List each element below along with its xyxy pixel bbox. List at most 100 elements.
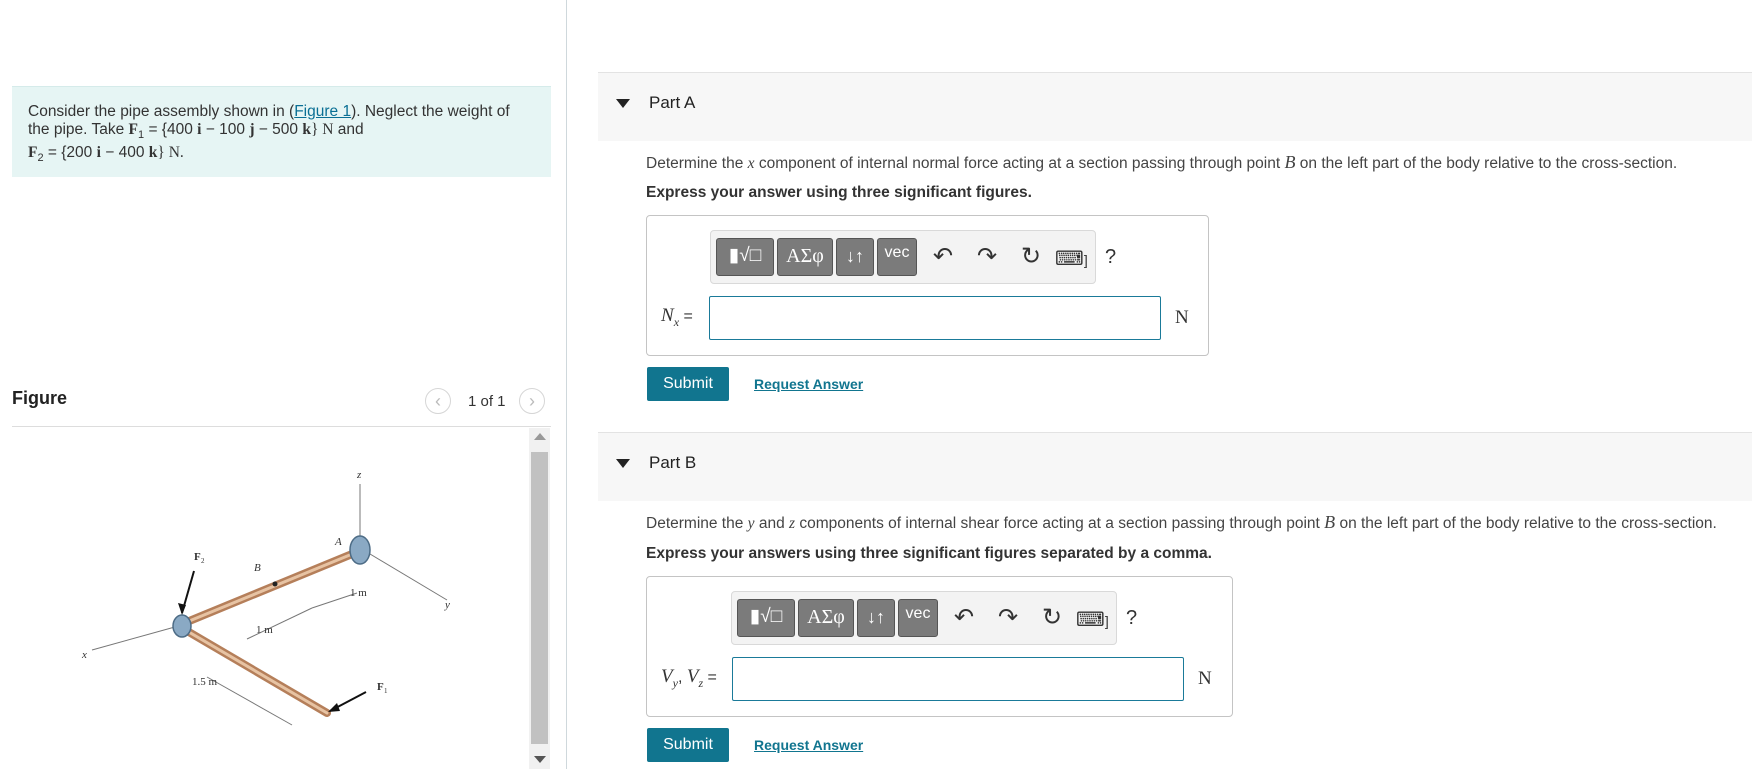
problem-statement: Consider the pipe assembly shown in (Fig… (12, 86, 551, 177)
part-b-prompt-var1: y (747, 515, 755, 532)
part-b-answer-label: Vy, Vz = (661, 666, 717, 691)
part-b-prompt-and: and (754, 515, 790, 532)
keyboard-icon[interactable]: ⌨] (1055, 247, 1088, 272)
part-b-prompt: Determine the y and z components of inte… (646, 512, 1717, 533)
f1-mid1: − 100 (201, 121, 250, 138)
f1-mid2: − 500 (254, 121, 303, 138)
pipe-assembly-diagram: z x y A B F 2 F 1 1 m 1 m 1.5 m (81, 469, 450, 726)
redo-icon[interactable]: ↷ (977, 245, 997, 269)
figure-page-count: 1 of 1 (468, 393, 506, 410)
f1-eq: = {400 (144, 121, 198, 138)
f1-k: k (302, 121, 311, 138)
problem-line1-pre: Consider the pipe assembly shown in ( (28, 103, 295, 120)
part-a-header[interactable]: Part A (598, 72, 1752, 141)
templates-button[interactable]: ▮√□ (737, 599, 795, 637)
f2-mid: − 400 (100, 144, 149, 162)
part-b-request-answer-link[interactable]: Request Answer (754, 737, 863, 753)
figure-image: z x y A B F 2 F 1 1 m 1 m 1.5 m (12, 428, 522, 769)
part-b-header[interactable]: Part B (598, 432, 1752, 501)
part-a-math-toolbar: ▮√□ ΑΣφ ↓↑ vec ↶ ↷ ↻ ⌨] ? (710, 230, 1116, 284)
scroll-up-arrow-icon[interactable] (534, 433, 546, 440)
part-b-instruction: Express your answers using three signifi… (646, 545, 1212, 562)
greek-symbols-button[interactable]: ΑΣφ (777, 238, 833, 276)
help-button[interactable]: ? (1105, 245, 1116, 269)
figure-title: Figure (12, 388, 68, 408)
label-f2-sub: 2 (201, 557, 205, 565)
subscript-superscript-button[interactable]: ↓↑ (836, 238, 874, 276)
label-eq: = (679, 308, 693, 325)
help-button[interactable]: ? (1126, 606, 1137, 630)
label-y: y (444, 599, 450, 611)
part-a-unit: N (1175, 307, 1189, 328)
templates-button[interactable]: ▮√□ (716, 238, 774, 276)
label-f1: F (377, 681, 384, 693)
line2-and: and (333, 121, 364, 138)
part-a-instruction: Express your answer using three signific… (646, 184, 1032, 201)
reset-icon[interactable]: ↻ (1042, 606, 1062, 630)
x-axis-line (91, 624, 183, 651)
problem-line1-post: ). Neglect the weight of (351, 103, 510, 120)
part-a-prompt-var: x (747, 155, 755, 172)
part-a-prompt-point: B (1284, 152, 1296, 172)
label-dim-1: 1 m (350, 587, 367, 599)
label-f1-sub: 1 (384, 687, 388, 695)
label-eq: = (703, 669, 717, 686)
f1-unit: } N (310, 121, 334, 138)
support-flange-a (349, 535, 371, 565)
part-a-answer-input[interactable] (709, 296, 1161, 340)
part-b-unit: N (1198, 668, 1212, 689)
part-a-submit-button[interactable]: Submit (647, 367, 729, 401)
label-z: z (356, 469, 362, 481)
part-a-prompt-1: Determine the (646, 155, 748, 172)
redo-icon[interactable]: ↷ (998, 606, 1018, 630)
part-b-prompt-2: components of internal shear force actin… (795, 515, 1325, 532)
keyboard-glyph: ⌨ (1076, 609, 1105, 631)
f1-symbol: F (128, 121, 139, 138)
pipe-segment-ab-highlight (180, 550, 359, 626)
label-dim-3: 1.5 m (192, 676, 218, 688)
part-b-title: Part B (649, 453, 697, 472)
label-comma: , (677, 669, 687, 686)
undo-icon[interactable]: ↶ (933, 245, 953, 269)
part-b-answer-input[interactable] (732, 657, 1184, 701)
collapse-caret-icon[interactable] (616, 99, 630, 108)
part-a-prompt: Determine the x component of internal no… (646, 152, 1677, 173)
label-vy: V (661, 666, 673, 687)
scroll-down-arrow-icon[interactable] (534, 756, 546, 763)
part-b-prompt-3: on the left part of the body relative to… (1335, 515, 1717, 532)
collapse-caret-icon[interactable] (616, 459, 630, 468)
left-pane: Consider the pipe assembly shown in (Fig… (0, 0, 567, 769)
label-x: x (81, 649, 87, 661)
keyboard-icon[interactable]: ⌨] (1076, 608, 1109, 633)
part-b-submit-button[interactable]: Submit (647, 728, 729, 762)
keyboard-suffix: ] (1083, 252, 1088, 268)
label-vz: V (686, 666, 699, 687)
pipe-segment-long-highlight (180, 626, 329, 715)
keyboard-glyph: ⌨ (1055, 248, 1084, 270)
reset-icon[interactable]: ↻ (1021, 245, 1041, 269)
part-b-math-toolbar: ▮√□ ΑΣφ ↓↑ vec ↶ ↷ ↻ ⌨] ? (731, 591, 1137, 645)
greek-symbols-button[interactable]: ΑΣφ (798, 599, 854, 637)
undo-icon[interactable]: ↶ (954, 606, 974, 630)
part-a-request-answer-link[interactable]: Request Answer (754, 376, 863, 392)
next-figure-button[interactable]: › (519, 388, 545, 414)
label-f2: F (194, 551, 201, 563)
figure-link[interactable]: Figure 1 (294, 103, 351, 120)
vector-button[interactable]: vec (877, 238, 917, 276)
subscript-superscript-button[interactable]: ↓↑ (857, 599, 895, 637)
label-dim-2: 1 m (256, 624, 273, 636)
elbow-fitting (172, 614, 192, 638)
figure-header: Figure ‹ 1 of 1 › (12, 380, 551, 427)
problem-line2-pre: the pipe. Take (28, 121, 129, 138)
figure-scrollbar[interactable] (529, 428, 550, 769)
part-b-prompt-1: Determine the (646, 515, 748, 532)
vector-button[interactable]: vec (898, 599, 938, 637)
label-a: A (334, 536, 342, 548)
point-b-marker (272, 581, 278, 587)
y-axis-line (359, 547, 448, 601)
label-b: B (254, 562, 261, 574)
scrollbar-thumb[interactable] (531, 452, 548, 744)
f2-eq: = {200 (43, 144, 97, 162)
part-a-title: Part A (649, 93, 696, 112)
prev-figure-button[interactable]: ‹ (425, 388, 451, 414)
